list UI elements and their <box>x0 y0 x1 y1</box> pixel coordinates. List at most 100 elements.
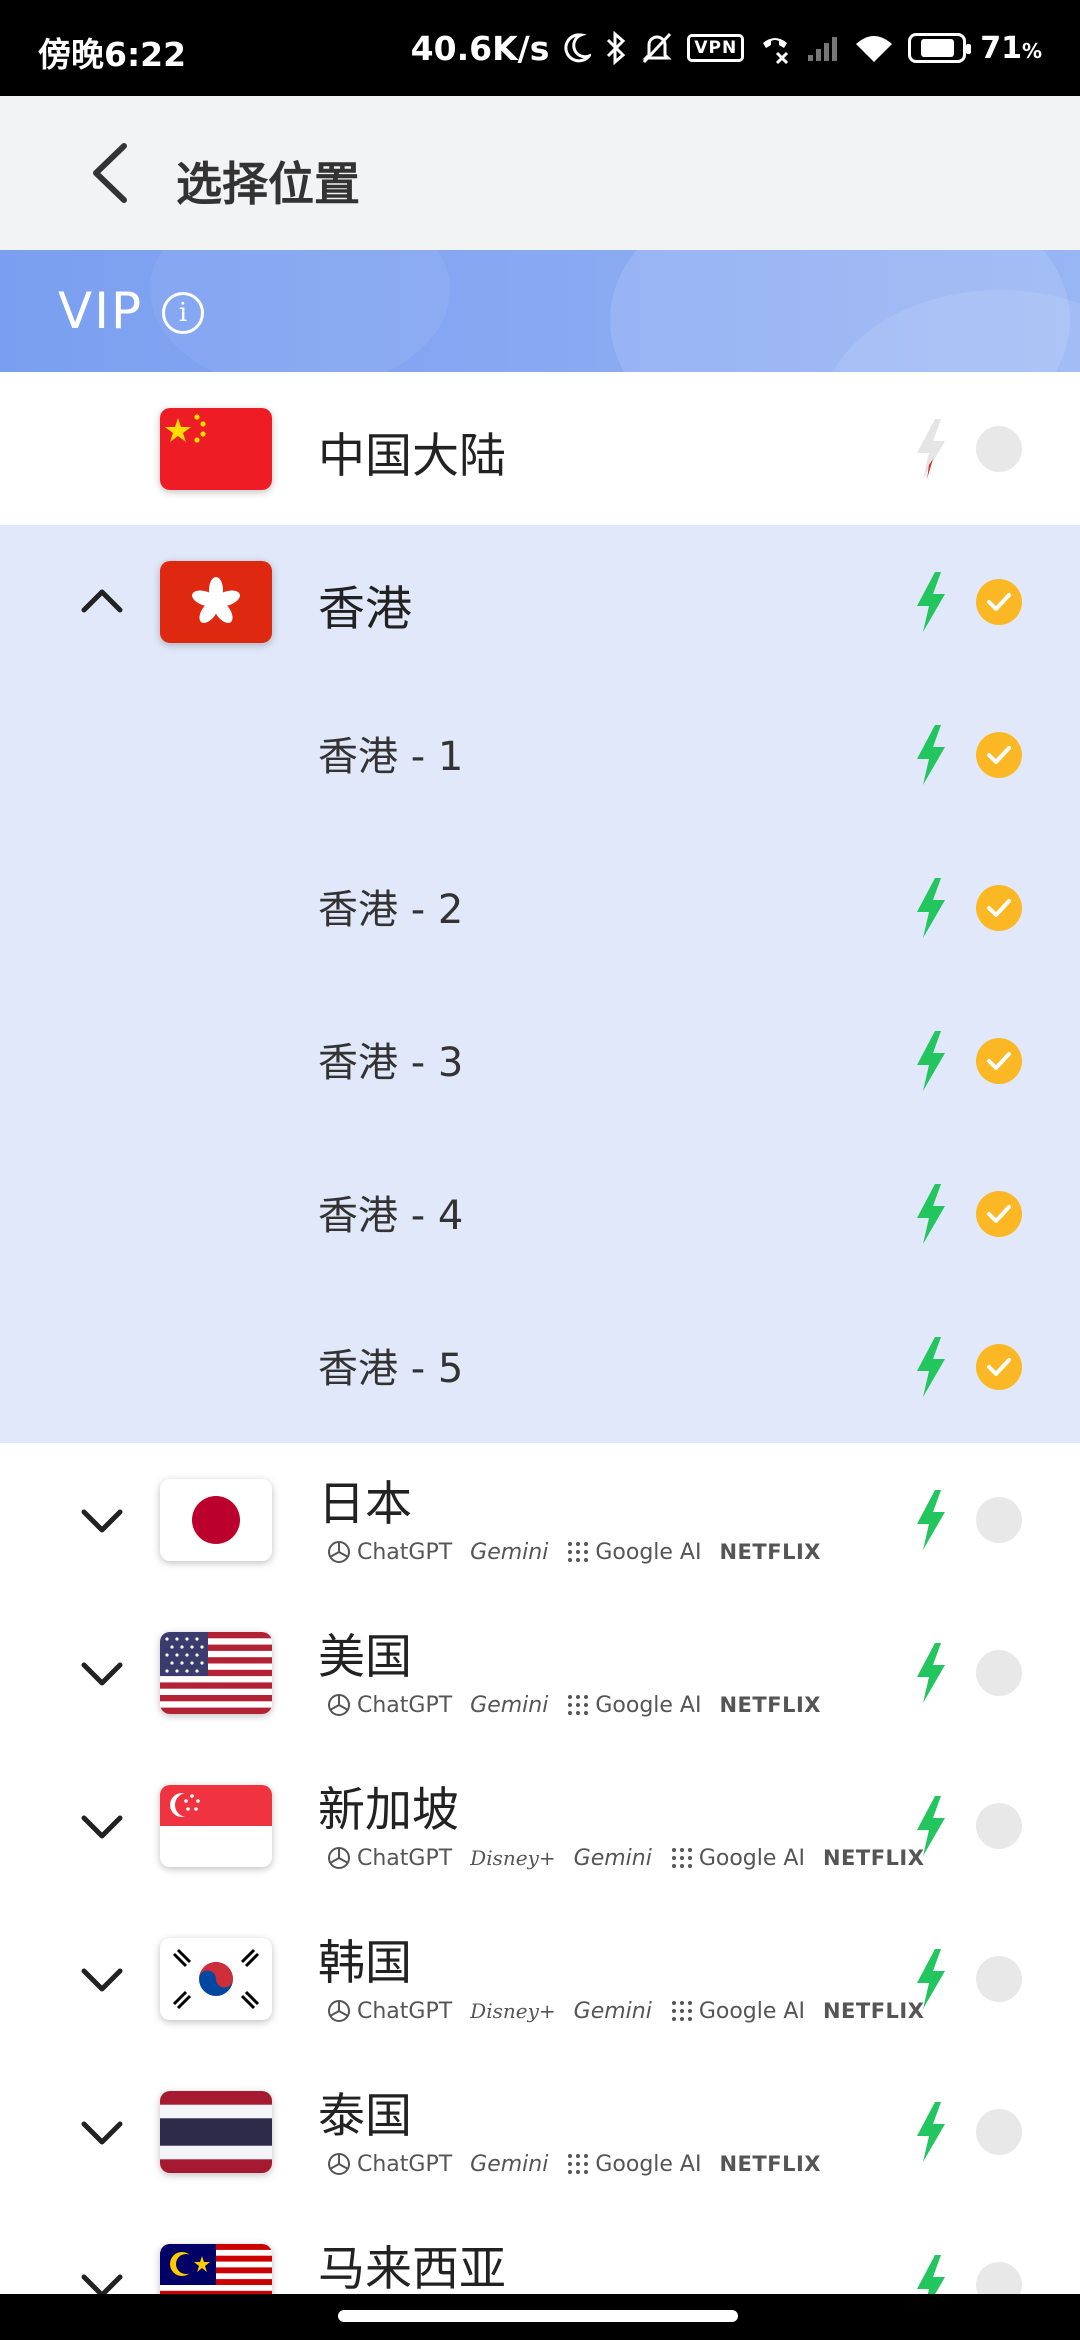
bolt-icon <box>917 1489 945 1550</box>
google-ai-tag: Google AI <box>566 1540 701 1565</box>
location-list[interactable]: 中国大陆 香港 香港 - 1 香港 - 2 香港 - 3 香港 - 4 香港 -… <box>0 372 1080 2294</box>
jp-flag-icon <box>160 1479 272 1561</box>
app-header: 选择位置 <box>0 96 1080 250</box>
server-row[interactable]: 香港 - 2 <box>0 831 1080 984</box>
battery-icon <box>908 33 972 63</box>
bell-off-icon <box>641 31 673 65</box>
select-radio[interactable] <box>976 1802 1022 1849</box>
select-radio[interactable] <box>976 1649 1022 1696</box>
location-row-jp[interactable]: 日本 ChatGPT Gemini Google AI NETFLIX <box>0 1443 1080 1596</box>
google-ai-tag: Google AI <box>670 1846 805 1871</box>
check-circle-icon[interactable] <box>976 578 1022 625</box>
disney-tag: Disney+ <box>470 1846 556 1870</box>
bolt-icon <box>917 1030 945 1091</box>
location-row-sg[interactable]: 新加坡 ChatGPT Disney+ Gemini Google AI NET… <box>0 1749 1080 1902</box>
gemini-tag: Gemini <box>470 1692 549 1718</box>
gemini-tag: Gemini <box>573 1998 652 2024</box>
openai-icon <box>328 1847 350 1869</box>
google-ai-icon <box>568 2154 589 2174</box>
google-ai-icon <box>568 1542 589 1562</box>
system-nav-bar <box>0 2294 1080 2340</box>
server-row[interactable]: 香港 - 3 <box>0 984 1080 1137</box>
wifi-icon <box>854 32 894 64</box>
chevron-up-icon[interactable] <box>76 576 128 628</box>
status-icons: 40.6K/s VPN 71% <box>411 22 1042 74</box>
home-gesture-bar[interactable] <box>338 2310 738 2322</box>
check-circle-icon[interactable] <box>976 1343 1022 1390</box>
google-ai-icon <box>671 2001 692 2021</box>
bolt-icon <box>917 1642 945 1703</box>
gemini-tag: Gemini <box>573 1845 652 1871</box>
select-radio[interactable] <box>976 1955 1022 2002</box>
server-name: 香港 - 4 <box>318 1193 464 1239</box>
openai-icon <box>328 2153 350 2175</box>
kr-flag-icon <box>160 1938 272 2020</box>
check-circle-icon[interactable] <box>976 731 1022 778</box>
select-radio[interactable] <box>976 425 1022 472</box>
chevron-down-icon[interactable] <box>76 1494 128 1546</box>
chevron-down-icon[interactable] <box>76 2106 128 2158</box>
google-ai-icon <box>671 1848 692 1868</box>
status-bar: 傍晚6:22 40.6K/s VPN 71% <box>0 0 1080 96</box>
server-row[interactable]: 香港 - 4 <box>0 1137 1080 1290</box>
my-flag-icon <box>160 2244 272 2294</box>
location-name: 中国大陆 <box>318 429 506 484</box>
location-row-hk[interactable]: 香港 <box>0 525 1080 678</box>
bluetooth-icon <box>605 31 627 65</box>
server-row[interactable]: 香港 - 5 <box>0 1290 1080 1443</box>
location-row-cn[interactable]: 中国大陆 <box>0 372 1080 525</box>
netflix-tag: NETFLIX <box>719 1540 821 1564</box>
chatgpt-tag: ChatGPT <box>326 1845 452 1871</box>
bolt-icon <box>917 571 945 632</box>
status-time: 傍晚6:22 <box>38 35 187 74</box>
openai-icon <box>328 1541 350 1563</box>
bolt-icon <box>917 877 945 938</box>
location-row-my[interactable]: 马来西亚 <box>0 2208 1080 2294</box>
service-tags: ChatGPT Gemini Google AI NETFLIX <box>326 1539 821 1565</box>
check-circle-icon[interactable] <box>976 1037 1022 1084</box>
chatgpt-tag: ChatGPT <box>326 2151 452 2177</box>
location-row-kr[interactable]: 韩国 ChatGPT Disney+ Gemini Google AI NETF… <box>0 1902 1080 2055</box>
chevron-down-icon[interactable] <box>76 1647 128 1699</box>
th-flag-icon <box>160 2091 272 2173</box>
chevron-left-icon <box>93 143 127 203</box>
select-radio[interactable] <box>976 1496 1022 1543</box>
select-radio[interactable] <box>976 2261 1022 2294</box>
location-name: 新加坡 <box>318 1783 459 1838</box>
bolt-icon <box>917 1336 945 1397</box>
google-ai-icon <box>568 1695 589 1715</box>
check-circle-icon[interactable] <box>976 1190 1022 1237</box>
service-tags: ChatGPT Gemini Google AI NETFLIX <box>326 2151 821 2177</box>
bolt-icon-partial <box>917 418 945 479</box>
google-ai-tag: Google AI <box>566 1693 701 1718</box>
chevron-down-icon[interactable] <box>76 1800 128 1852</box>
moon-icon <box>563 32 592 64</box>
network-speed: 40.6K/s <box>410 28 550 68</box>
sg-flag-icon <box>160 1785 272 1867</box>
bolt-icon <box>917 2101 945 2162</box>
select-radio[interactable] <box>976 2108 1022 2155</box>
chevron-down-icon[interactable] <box>76 2259 128 2295</box>
info-icon[interactable]: i <box>162 292 204 334</box>
bolt-icon <box>917 1183 945 1244</box>
server-row[interactable]: 香港 - 1 <box>0 678 1080 831</box>
disney-tag: Disney+ <box>470 1999 556 2023</box>
hk-flag-icon <box>160 561 272 643</box>
location-row-th[interactable]: 泰国 ChatGPT Gemini Google AI NETFLIX <box>0 2055 1080 2208</box>
service-tags: ChatGPT Disney+ Gemini Google AI NETFLIX <box>326 1845 924 1871</box>
location-name: 香港 <box>318 582 412 637</box>
vip-banner: VIP i <box>0 250 1080 372</box>
location-name: 马来西亚 <box>318 2242 506 2294</box>
chevron-down-icon[interactable] <box>76 1953 128 2005</box>
location-name: 韩国 <box>318 1936 412 1991</box>
back-button[interactable] <box>84 140 144 206</box>
signal-icon <box>806 33 840 63</box>
netflix-tag: NETFLIX <box>719 2152 821 2176</box>
check-circle-icon[interactable] <box>976 884 1022 931</box>
location-row-us[interactable]: 美国 ChatGPT Gemini Google AI NETFLIX <box>0 1596 1080 1749</box>
server-name: 香港 - 5 <box>318 1346 464 1392</box>
gemini-tag: Gemini <box>470 1539 549 1565</box>
server-name: 香港 - 3 <box>318 1040 464 1086</box>
bolt-icon <box>917 1948 945 2009</box>
us-flag-icon <box>160 1632 272 1714</box>
